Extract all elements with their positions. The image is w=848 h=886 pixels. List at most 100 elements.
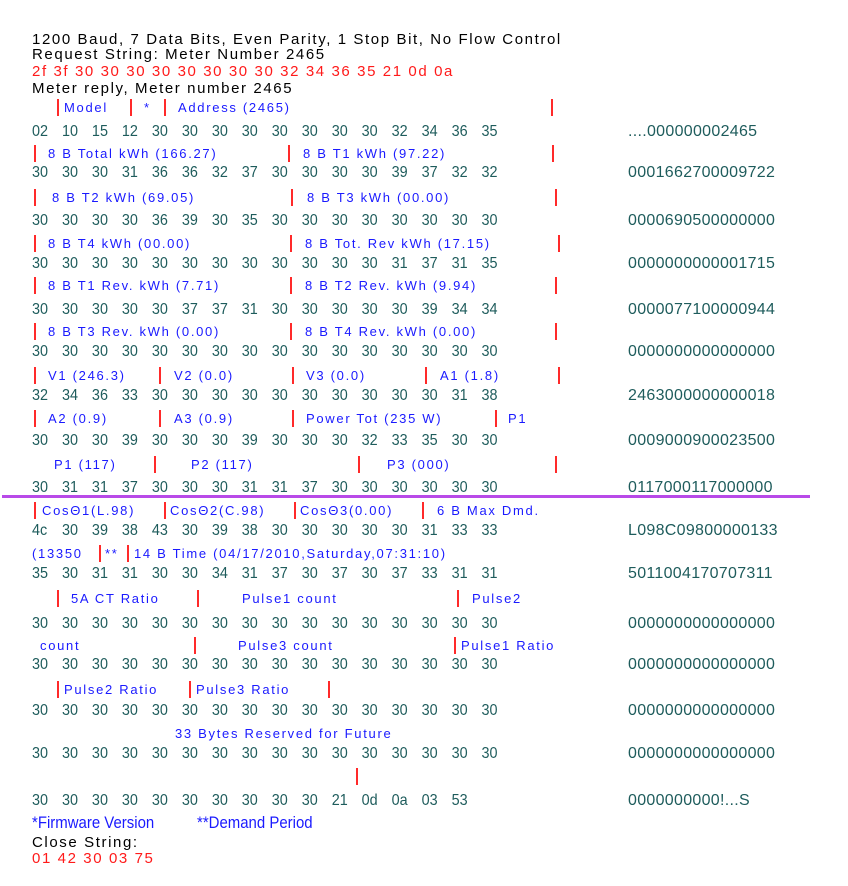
hex-byte: 30 bbox=[181, 522, 198, 539]
field-separator bbox=[57, 99, 59, 116]
field-separator bbox=[558, 235, 560, 252]
hex-byte: 30 bbox=[331, 432, 348, 449]
hex-byte: 30 bbox=[361, 479, 378, 496]
hex-byte: 37 bbox=[421, 255, 438, 272]
field-label: Pulse3 count bbox=[238, 638, 334, 653]
hex-byte: 30 bbox=[211, 212, 228, 229]
reply-title: Meter reply, Meter number 2465 bbox=[32, 80, 294, 97]
hex-byte: 37 bbox=[301, 479, 318, 496]
hex-byte: 30 bbox=[331, 123, 348, 140]
hex-byte: 30 bbox=[301, 164, 318, 181]
hex-byte: 30 bbox=[331, 164, 348, 181]
ascii-column: 0001662700009722 bbox=[628, 164, 776, 181]
hex-byte: 30 bbox=[61, 656, 78, 673]
hex-byte: 36 bbox=[151, 164, 168, 181]
hex-byte: 37 bbox=[331, 565, 348, 582]
hex-byte: 30 bbox=[91, 656, 108, 673]
field-label: ** bbox=[105, 546, 119, 561]
hex-byte: 30 bbox=[181, 702, 198, 719]
hex-byte: 30 bbox=[211, 387, 228, 404]
hex-byte: 30 bbox=[181, 656, 198, 673]
field-separator bbox=[34, 235, 36, 252]
hex-byte: 30 bbox=[331, 702, 348, 719]
field-separator bbox=[425, 367, 427, 384]
hex-byte: 31 bbox=[481, 565, 498, 582]
field-separator bbox=[495, 410, 497, 427]
ascii-column: 0000000000000000 bbox=[628, 745, 776, 762]
hex-byte: 30 bbox=[451, 656, 468, 673]
hex-byte: 30 bbox=[211, 123, 228, 140]
hex-byte: 0a bbox=[391, 792, 408, 809]
hex-byte: 30 bbox=[61, 212, 78, 229]
ascii-column: 0117000117000000 bbox=[628, 479, 773, 496]
hex-byte: 30 bbox=[391, 702, 408, 719]
request-title: Request String: Meter Number 2465 bbox=[32, 46, 326, 63]
hex-byte: 30 bbox=[421, 615, 438, 632]
hex-byte: 30 bbox=[331, 343, 348, 360]
hex-byte: 30 bbox=[421, 387, 438, 404]
hex-byte: 30 bbox=[32, 164, 49, 181]
hex-byte: 12 bbox=[121, 123, 138, 140]
hex-byte: 30 bbox=[481, 745, 498, 762]
hex-byte: 30 bbox=[241, 702, 258, 719]
hex-byte: 30 bbox=[211, 615, 228, 632]
footnote-demand: **Demand Period bbox=[197, 813, 313, 832]
field-separator bbox=[291, 189, 293, 206]
hex-byte: 30 bbox=[32, 479, 49, 496]
serial-settings: 1200 Baud, 7 Data Bits, Even Parity, 1 S… bbox=[32, 31, 562, 48]
hex-byte: 30 bbox=[271, 255, 288, 272]
ascii-column: 0000000000000000 bbox=[628, 702, 776, 719]
hex-byte: 31 bbox=[91, 479, 108, 496]
field-separator bbox=[154, 456, 156, 473]
hex-byte: 30 bbox=[241, 123, 258, 140]
hex-byte: 31 bbox=[121, 565, 138, 582]
hex-byte: 36 bbox=[91, 387, 108, 404]
hex-byte: 30 bbox=[121, 615, 138, 632]
close-title: Close String: bbox=[32, 834, 139, 851]
field-separator bbox=[57, 590, 59, 607]
hex-byte: 30 bbox=[301, 123, 318, 140]
hex-byte: 30 bbox=[61, 432, 78, 449]
hex-byte: 30 bbox=[271, 792, 288, 809]
field-label: 6 B Max Dmd. bbox=[437, 503, 540, 518]
hex-byte: 30 bbox=[32, 301, 49, 318]
footnote-firmware: *Firmware Version bbox=[32, 813, 155, 832]
hex-byte: 36 bbox=[181, 164, 198, 181]
hex-byte: 30 bbox=[451, 479, 468, 496]
hex-byte: 30 bbox=[271, 745, 288, 762]
field-label: Pulse1 count bbox=[242, 591, 338, 606]
hex-byte: 02 bbox=[32, 123, 49, 140]
field-separator bbox=[292, 367, 294, 384]
hex-byte: 30 bbox=[391, 479, 408, 496]
field-separator bbox=[164, 99, 166, 116]
field-separator bbox=[294, 502, 296, 519]
hex-byte: 39 bbox=[241, 432, 258, 449]
field-label: CosΘ3(0.00) bbox=[300, 503, 394, 518]
hex-byte: 39 bbox=[91, 522, 108, 539]
field-label: A1 (1.8) bbox=[440, 368, 500, 383]
field-separator bbox=[551, 99, 553, 116]
hex-byte: 30 bbox=[301, 792, 318, 809]
hex-byte: 30 bbox=[151, 745, 168, 762]
hex-byte: 30 bbox=[61, 301, 78, 318]
field-separator bbox=[454, 637, 456, 654]
ascii-column: 0000000000000000 bbox=[628, 615, 776, 632]
hex-byte: 30 bbox=[241, 255, 258, 272]
hex-byte: 30 bbox=[61, 615, 78, 632]
field-label: 5A CT Ratio bbox=[71, 591, 160, 606]
hex-byte: 30 bbox=[211, 432, 228, 449]
hex-byte: 30 bbox=[151, 301, 168, 318]
hex-byte: 30 bbox=[271, 615, 288, 632]
hex-byte: 30 bbox=[181, 432, 198, 449]
hex-byte: 30 bbox=[271, 343, 288, 360]
hex-byte: 37 bbox=[121, 479, 138, 496]
field-label: * bbox=[144, 100, 151, 115]
hex-byte: 30 bbox=[421, 343, 438, 360]
hex-byte: 30 bbox=[301, 255, 318, 272]
hex-byte: 30 bbox=[211, 255, 228, 272]
field-separator bbox=[290, 277, 292, 294]
field-label: 8 B T3 kWh (00.00) bbox=[307, 190, 451, 205]
hex-byte: 30 bbox=[391, 212, 408, 229]
hex-byte: 30 bbox=[271, 387, 288, 404]
hex-byte: 30 bbox=[241, 745, 258, 762]
